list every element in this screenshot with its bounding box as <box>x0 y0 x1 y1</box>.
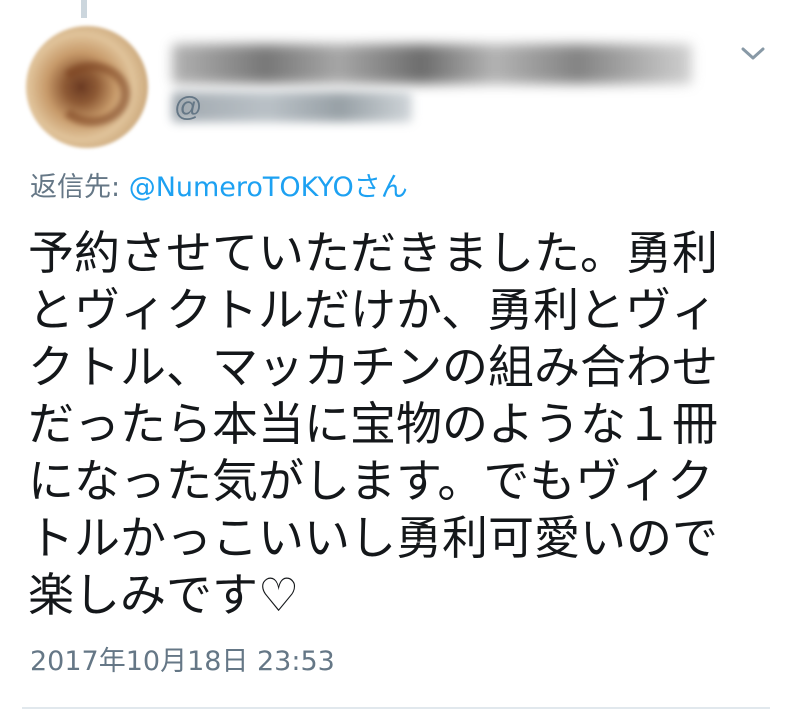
tweet-text-line: とヴィクトルだけか、勇利とヴィ <box>28 283 718 337</box>
divider <box>22 707 770 709</box>
chevron-down-icon[interactable] <box>738 42 768 66</box>
tweet-text: 予約させていただきました。勇利 とヴィクトルだけか、勇利とヴィ クトル、マッカチ… <box>28 225 768 624</box>
reply-to-mention-link[interactable]: @NumeroTOKYOさん <box>129 172 408 203</box>
tweet-text-line: だったら本当に宝物のような１冊 <box>28 397 718 451</box>
author-handle-prefix: @ <box>174 91 203 122</box>
avatar-image-detail <box>54 62 130 126</box>
tweet-text-line: クトル、マッカチンの組み合わせ <box>28 340 718 394</box>
author-handle-blurred <box>172 92 412 122</box>
reply-to-label: 返信先: <box>30 172 129 203</box>
tweet-text-line: 楽しみです♡ <box>28 568 300 622</box>
thread-connector-line <box>81 0 87 18</box>
author-display-name-blurred[interactable] <box>172 44 692 84</box>
tweet-text-line: トルかっこいいし勇利可愛いので <box>28 511 718 565</box>
chevron-down-icon-svg <box>741 47 765 60</box>
tweet-timestamp[interactable]: 2017年10月18日 23:53 <box>30 644 335 680</box>
avatar[interactable] <box>26 26 148 148</box>
tweet-text-line: になった気がします。でもヴィク <box>28 454 714 508</box>
tweet-text-line: 予約させていただきました。勇利 <box>28 226 718 280</box>
reply-to-line: 返信先: @NumeroTOKYOさん <box>30 170 408 206</box>
